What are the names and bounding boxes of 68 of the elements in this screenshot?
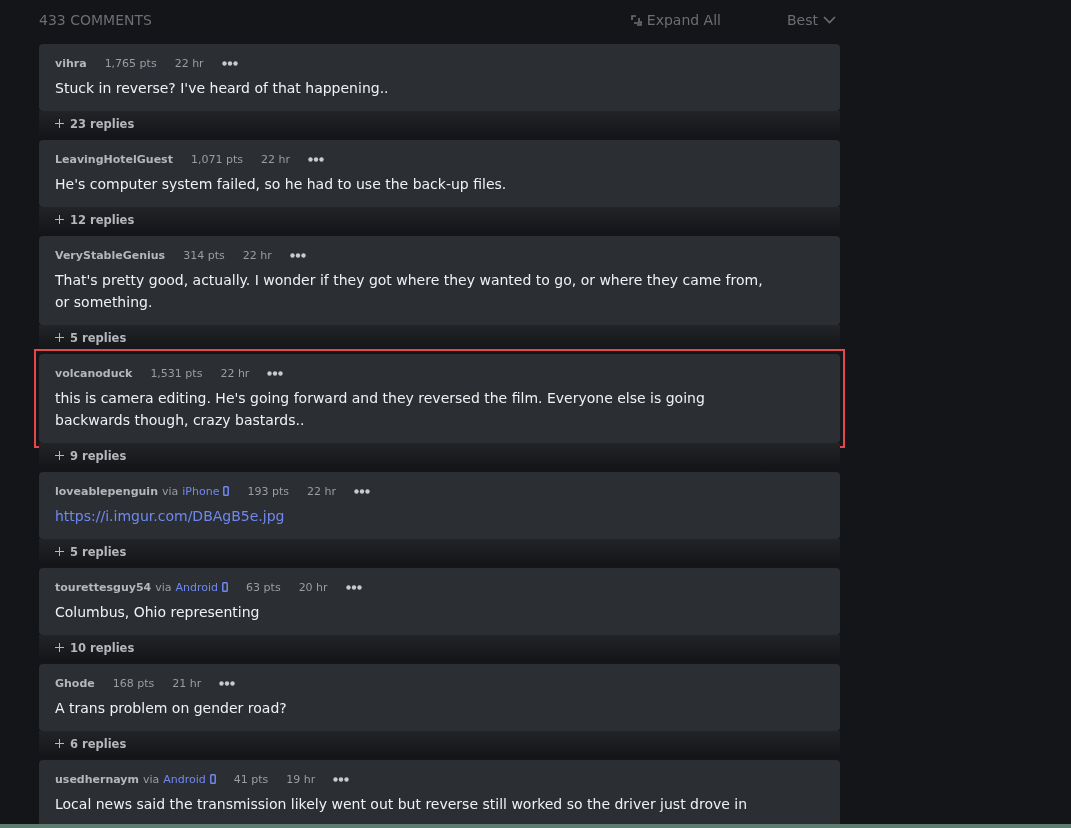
via-label: via xyxy=(161,484,179,498)
timestamp: 21 hr xyxy=(172,676,202,690)
phone-icon xyxy=(223,486,230,496)
device-link[interactable]: Android xyxy=(175,580,219,594)
replies-toggle[interactable]: 5 replies xyxy=(55,330,127,345)
points: 1,531 pts xyxy=(150,366,203,380)
comment-text: He's computer system failed, so he had to use the back-up files. xyxy=(55,175,508,194)
plus-icon xyxy=(55,547,64,556)
more-options-icon[interactable] xyxy=(333,776,350,782)
plus-icon xyxy=(55,215,64,224)
more-options-icon[interactable] xyxy=(221,60,238,66)
phone-icon xyxy=(209,774,216,784)
username[interactable]: LeavingHotelGuest xyxy=(55,152,173,166)
timestamp: 22 hr xyxy=(174,56,204,70)
more-options-icon[interactable] xyxy=(289,252,306,258)
username[interactable]: loveablepenguin xyxy=(55,484,158,498)
device-link[interactable]: iPhone xyxy=(182,484,220,498)
points: 168 pts xyxy=(112,676,155,690)
replies-toggle[interactable]: 10 replies xyxy=(55,640,135,655)
more-options-icon[interactable] xyxy=(353,488,370,494)
more-options-icon[interactable] xyxy=(267,370,284,376)
username[interactable]: volcanoduck xyxy=(55,366,133,380)
phone-icon xyxy=(222,582,229,592)
timestamp: 22 hr xyxy=(242,248,272,262)
comment-text: this is camera editing. He's going forward and they reversed the film. Everyone else is going backwards though, crazy bastards.. xyxy=(55,389,706,430)
replies-toggle[interactable]: 6 replies xyxy=(55,736,127,751)
plus-icon xyxy=(55,333,64,342)
username[interactable]: usedhernaym xyxy=(55,772,139,786)
plus-icon xyxy=(55,451,64,460)
username[interactable]: vihra xyxy=(55,56,87,70)
chevron-down-icon xyxy=(823,16,836,24)
replies-toggle[interactable]: 5 replies xyxy=(55,544,127,559)
comment-link[interactable]: https://i.imgur.com/DBAgB5e.jpg xyxy=(55,505,285,527)
comment-text: Columbus, Ohio representing xyxy=(55,603,261,622)
points: 193 pts xyxy=(247,484,289,498)
timestamp: 22 hr xyxy=(306,484,336,498)
timestamp: 20 hr xyxy=(298,580,328,594)
timestamp: 22 hr xyxy=(260,152,290,166)
via-label: via xyxy=(143,772,160,786)
replies-toggle[interactable]: 9 replies xyxy=(55,448,127,463)
plus-icon xyxy=(55,643,64,652)
points: 314 pts xyxy=(183,248,225,262)
expand-all-button[interactable]: Expand All xyxy=(630,12,721,28)
points: 1,071 pts xyxy=(190,152,243,166)
expand-icon xyxy=(630,14,642,26)
comment-text: Local news said the transmission likely went out but reverse still worked so the driver just drove in xyxy=(55,795,749,814)
timestamp: 22 hr xyxy=(220,366,250,380)
more-options-icon[interactable] xyxy=(307,156,324,162)
points: 41 pts xyxy=(233,772,269,786)
comment-text: A trans problem on gender road? xyxy=(55,699,288,718)
device-link[interactable]: Android xyxy=(163,772,206,786)
replies-toggle[interactable]: 23 replies xyxy=(55,116,135,131)
comment-text: Stuck in reverse? I've heard of that happening.. xyxy=(55,79,390,98)
more-options-icon[interactable] xyxy=(345,584,362,590)
points: 1,765 pts xyxy=(104,56,157,70)
via-label: via xyxy=(155,580,172,594)
sort-dropdown[interactable]: Best xyxy=(787,12,840,28)
comment-count: 433 COMMENTS xyxy=(39,12,153,28)
more-options-icon[interactable] xyxy=(219,680,236,686)
username[interactable]: VeryStableGenius xyxy=(55,248,166,262)
timestamp: 19 hr xyxy=(286,772,316,786)
plus-icon xyxy=(55,739,64,748)
username[interactable]: tourettesguy54 xyxy=(55,580,152,594)
points: 63 pts xyxy=(246,580,281,594)
comment-text: That's pretty good, actually. I wonder if they got where they wanted to go, or where they came from, or something. xyxy=(55,271,764,312)
replies-toggle[interactable]: 12 replies xyxy=(55,212,135,227)
plus-icon xyxy=(55,119,64,128)
username[interactable]: Ghode xyxy=(55,676,95,690)
